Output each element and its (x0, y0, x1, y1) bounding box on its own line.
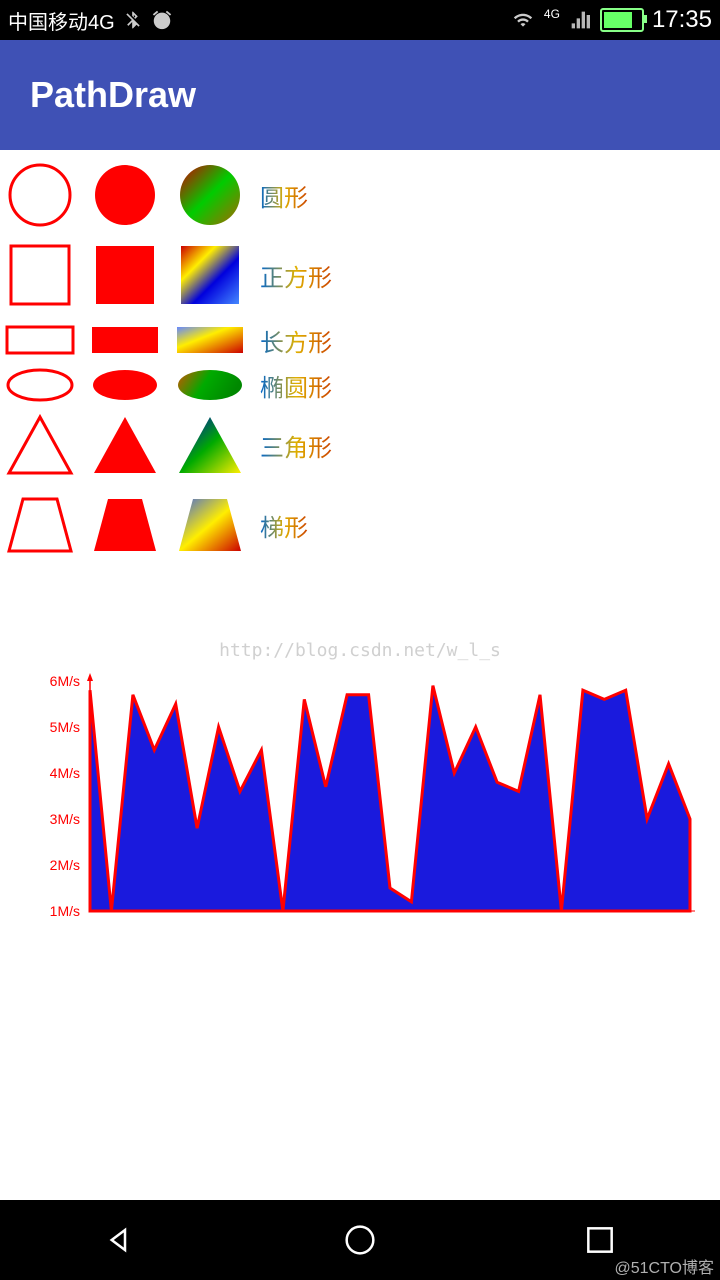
circle-fill-icon (93, 163, 157, 227)
square-gradient-icon (178, 243, 242, 307)
app-title: PathDraw (30, 74, 196, 116)
alarm-icon (151, 9, 173, 31)
trapezoid-gradient-icon (175, 495, 245, 555)
shape-row-square: 正方形 (5, 240, 715, 310)
shape-row-trapezoid: 梯形 (5, 490, 715, 560)
shape-row-triangle: 三角形 (5, 410, 715, 480)
rect-outline-icon (5, 325, 75, 355)
nav-bar (0, 1200, 720, 1280)
shape-row-circle: 圆形 (5, 160, 715, 230)
rect-gradient-icon (175, 325, 245, 355)
ellipse-outline-icon (5, 367, 75, 403)
status-bar: 中国移动4G 4G 17:35 (0, 0, 720, 40)
trapezoid-outline-icon (5, 495, 75, 555)
square-outline-icon (8, 243, 72, 307)
svg-text:6M/s: 6M/s (50, 673, 80, 689)
area-chart: 6M/s 5M/s 4M/s 3M/s 2M/s 1M/s (20, 671, 700, 931)
battery-icon (600, 8, 644, 32)
rect-fill-icon (90, 325, 160, 355)
triangle-fill-icon (90, 413, 160, 477)
triangle-gradient-icon (175, 413, 245, 477)
svg-text:4M/s: 4M/s (50, 765, 80, 781)
ellipse-gradient-icon (175, 367, 245, 403)
clock-label: 17:35 (652, 6, 712, 34)
svg-text:3M/s: 3M/s (50, 811, 80, 827)
bluetooth-off-icon (123, 10, 143, 30)
credit-label: @51CTO博客 (614, 1254, 714, 1278)
signal-icon (568, 10, 592, 30)
watermark-url: http://blog.csdn.net/w_l_s (0, 640, 720, 661)
ellipse-fill-icon (90, 367, 160, 403)
shape-row-rectangle: 长方形 (5, 320, 715, 360)
nav-home-button[interactable] (340, 1220, 380, 1260)
shape-label-rect: 长方形 (260, 323, 332, 358)
shape-row-ellipse: 椭圆形 (5, 365, 715, 405)
shape-label-ellipse: 椭圆形 (260, 368, 332, 403)
wifi-icon (510, 10, 536, 30)
chart-area: 6M/s 5M/s 4M/s 3M/s 2M/s 1M/s (20, 671, 700, 936)
nav-back-button[interactable] (100, 1220, 140, 1260)
shape-label-triangle: 三角形 (260, 428, 332, 463)
circle-outline-icon (8, 163, 72, 227)
trapezoid-fill-icon (90, 495, 160, 555)
triangle-outline-icon (5, 413, 75, 477)
shapes-content: 圆形 正方形 长方形 椭圆形 三角形 梯形 (0, 150, 720, 580)
app-bar: PathDraw (0, 40, 720, 150)
shape-label-trapezoid: 梯形 (260, 508, 308, 543)
network-4g-label: 4G (544, 7, 560, 21)
square-fill-icon (93, 243, 157, 307)
shape-label-circle: 圆形 (260, 178, 308, 213)
carrier-label: 中国移动4G (8, 6, 115, 35)
svg-text:2M/s: 2M/s (50, 857, 80, 873)
svg-text:5M/s: 5M/s (50, 719, 80, 735)
circle-gradient-icon (178, 163, 242, 227)
svg-text:1M/s: 1M/s (50, 903, 80, 919)
shape-label-square: 正方形 (260, 258, 332, 293)
